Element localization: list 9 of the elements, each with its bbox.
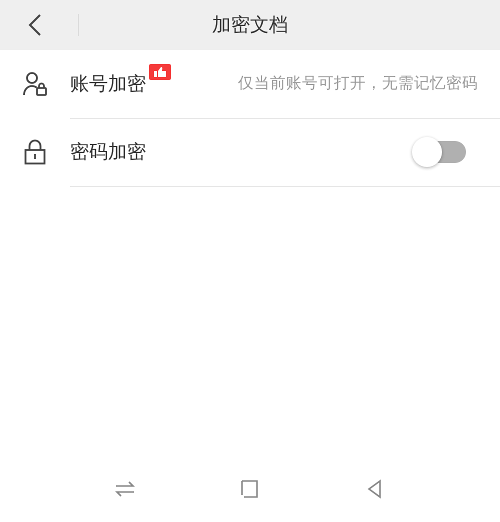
user-lock-icon bbox=[22, 71, 48, 97]
page-title: 加密文档 bbox=[212, 13, 288, 38]
switch-arrows-icon[interactable] bbox=[115, 479, 135, 499]
home-square-icon[interactable] bbox=[240, 479, 260, 499]
thumbs-up-badge-icon bbox=[149, 64, 171, 80]
option-label: 密码加密 bbox=[70, 140, 146, 164]
lock-icon bbox=[24, 139, 46, 165]
option-hint: 仅当前账号可打开，无需记忆密码 bbox=[238, 73, 478, 94]
option-label: 账号加密 bbox=[70, 72, 146, 96]
